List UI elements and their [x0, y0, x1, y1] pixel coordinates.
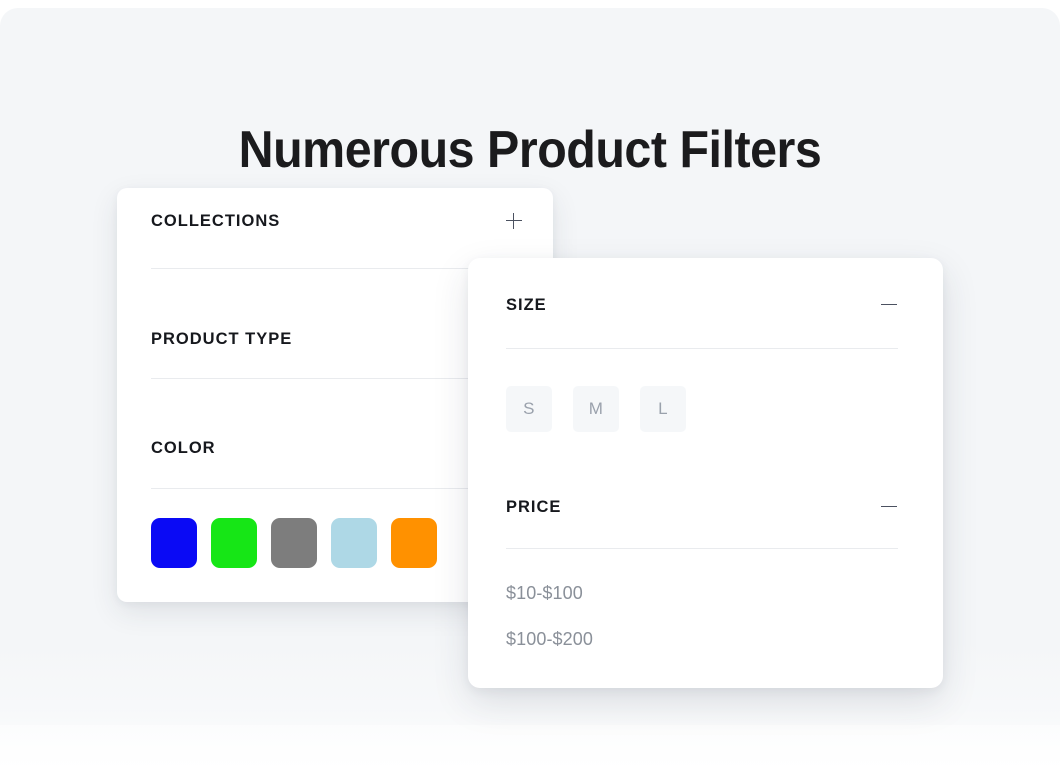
filter-section-price[interactable]: PRICE [506, 494, 898, 520]
size-price-filter-card: SIZE S M L PRICE $10-$100 $100-$200 [468, 258, 943, 688]
color-swatch-orange[interactable] [391, 518, 437, 568]
filter-section-collections[interactable]: COLLECTIONS [151, 208, 523, 234]
color-swatch-row [151, 518, 437, 568]
page-title: Numerous Product Filters [238, 120, 822, 179]
size-option-m[interactable]: M [573, 386, 619, 432]
color-swatch-light-blue[interactable] [331, 518, 377, 568]
plus-icon[interactable] [505, 212, 523, 230]
section-label-size: SIZE [506, 295, 547, 314]
filters-showcase: Numerous Product Filters COLLECTIONS PRO… [0, 0, 1060, 770]
size-option-l[interactable]: L [640, 386, 686, 432]
color-swatch-green[interactable] [211, 518, 257, 568]
section-label-color: COLOR [151, 438, 216, 457]
color-swatch-gray[interactable] [271, 518, 317, 568]
price-option-list: $10-$100 $100-$200 [506, 570, 593, 662]
minus-icon-price[interactable] [880, 498, 898, 516]
minus-icon-size[interactable] [880, 296, 898, 314]
filter-section-size[interactable]: SIZE [506, 292, 898, 318]
divider-size [506, 348, 898, 349]
section-label-price: PRICE [506, 497, 562, 516]
price-option-10-100[interactable]: $10-$100 [506, 570, 593, 616]
price-option-100-200[interactable]: $100-$200 [506, 616, 593, 662]
section-label-product-type: PRODUCT TYPE [151, 329, 293, 348]
divider-price [506, 548, 898, 549]
size-option-row: S M L [506, 386, 686, 432]
size-option-s[interactable]: S [506, 386, 552, 432]
section-label-collections: COLLECTIONS [151, 211, 281, 230]
color-swatch-blue[interactable] [151, 518, 197, 568]
